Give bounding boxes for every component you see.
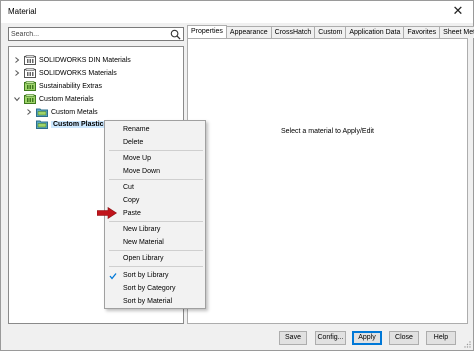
tree-item-label: SOLIDWORKS Materials — [39, 69, 117, 77]
tree-item-solidworks-materials[interactable]: SOLIDWORKS Materials — [13, 67, 117, 79]
config-button[interactable]: Config... — [315, 331, 346, 345]
tab-application-data[interactable]: Application Data — [345, 26, 405, 38]
tree-item-label: Custom Plastics — [51, 120, 110, 128]
menu-item-move-up[interactable]: Move Up — [123, 153, 151, 164]
tree-item-solidworks-din-materials[interactable]: SOLIDWORKS DIN Materials — [13, 54, 131, 66]
resize-grip-icon[interactable] — [463, 340, 471, 348]
save-button[interactable]: Save — [279, 331, 307, 345]
menu-item-open-library[interactable]: Open Library — [123, 253, 163, 264]
menu-item-sort-by-category[interactable]: Sort by Category — [123, 283, 176, 294]
material-dialog: Material ✕ SOLIDWORKS DIN Materials SOLI… — [0, 0, 474, 351]
search-icon[interactable] — [170, 29, 181, 40]
help-button[interactable]: Help — [426, 331, 456, 345]
menu-item-cut[interactable]: Cut — [123, 182, 134, 193]
tree-item-sustainability-extras[interactable]: Sustainability Extras — [24, 80, 102, 92]
window-title: Material — [8, 7, 37, 16]
tab-crosshatch[interactable]: CrossHatch — [270, 26, 316, 38]
category-folder-icon — [36, 120, 48, 129]
tree-item-custom-plastics[interactable]: Custom Plastics — [36, 118, 110, 130]
menu-separator — [109, 221, 203, 222]
checkmark-icon — [109, 273, 117, 280]
menu-separator — [109, 266, 203, 267]
tree-item-label: Custom Metals — [51, 108, 98, 116]
context-menu: Rename Delete Move Up Move Down Cut Copy… — [104, 120, 206, 309]
menu-separator — [109, 150, 203, 151]
library-folder-green-icon — [24, 94, 36, 104]
menu-item-delete[interactable]: Delete — [123, 137, 143, 148]
menu-item-rename[interactable]: Rename — [123, 124, 149, 135]
tree-item-label: SOLIDWORKS DIN Materials — [39, 56, 131, 64]
menu-separator — [109, 250, 203, 251]
chevron-right-icon[interactable] — [13, 56, 21, 64]
tree-item-label: Custom Materials — [39, 95, 94, 103]
close-icon[interactable]: ✕ — [451, 4, 465, 18]
menu-item-sort-by-material[interactable]: Sort by Material — [123, 296, 172, 307]
menu-item-new-material[interactable]: New Material — [123, 237, 164, 248]
menu-item-sort-by-library[interactable]: Sort by Library — [123, 270, 169, 281]
tab-strip: Properties Appearance CrossHatch Custom … — [187, 25, 474, 38]
category-folder-icon — [36, 108, 48, 117]
search-input[interactable] — [11, 28, 161, 40]
properties-panel: Select a material to Apply/Edit — [187, 38, 468, 324]
tab-appearance[interactable]: Appearance — [225, 26, 272, 38]
tree-item-custom-materials[interactable]: Custom Materials — [13, 93, 93, 105]
red-arrow-icon — [97, 207, 117, 219]
library-folder-green-icon — [24, 81, 36, 91]
library-folder-icon — [24, 55, 36, 65]
library-folder-icon — [24, 68, 36, 78]
tree-item-custom-metals[interactable]: Custom Metals — [25, 106, 98, 118]
search-box — [8, 27, 184, 41]
tab-favorites[interactable]: Favorites — [403, 26, 441, 38]
chevron-right-icon[interactable] — [13, 69, 21, 77]
tab-properties[interactable]: Properties — [187, 25, 227, 38]
tab-sheet-metal[interactable]: Sheet Metal — [439, 26, 474, 38]
chevron-down-icon[interactable] — [13, 95, 21, 103]
menu-item-new-library[interactable]: New Library — [123, 224, 160, 235]
title-bar: Material ✕ — [1, 1, 473, 23]
tab-custom[interactable]: Custom — [314, 26, 347, 38]
tree-item-label: Sustainability Extras — [39, 82, 103, 90]
menu-item-paste[interactable]: Paste — [123, 208, 141, 219]
menu-separator — [109, 179, 203, 180]
empty-state-message: Select a material to Apply/Edit — [281, 128, 374, 135]
chevron-right-icon[interactable] — [25, 108, 33, 116]
menu-item-copy[interactable]: Copy — [123, 195, 139, 206]
apply-button[interactable]: Apply — [352, 331, 382, 345]
close-button[interactable]: Close — [389, 331, 419, 345]
menu-item-move-down[interactable]: Move Down — [123, 166, 160, 177]
